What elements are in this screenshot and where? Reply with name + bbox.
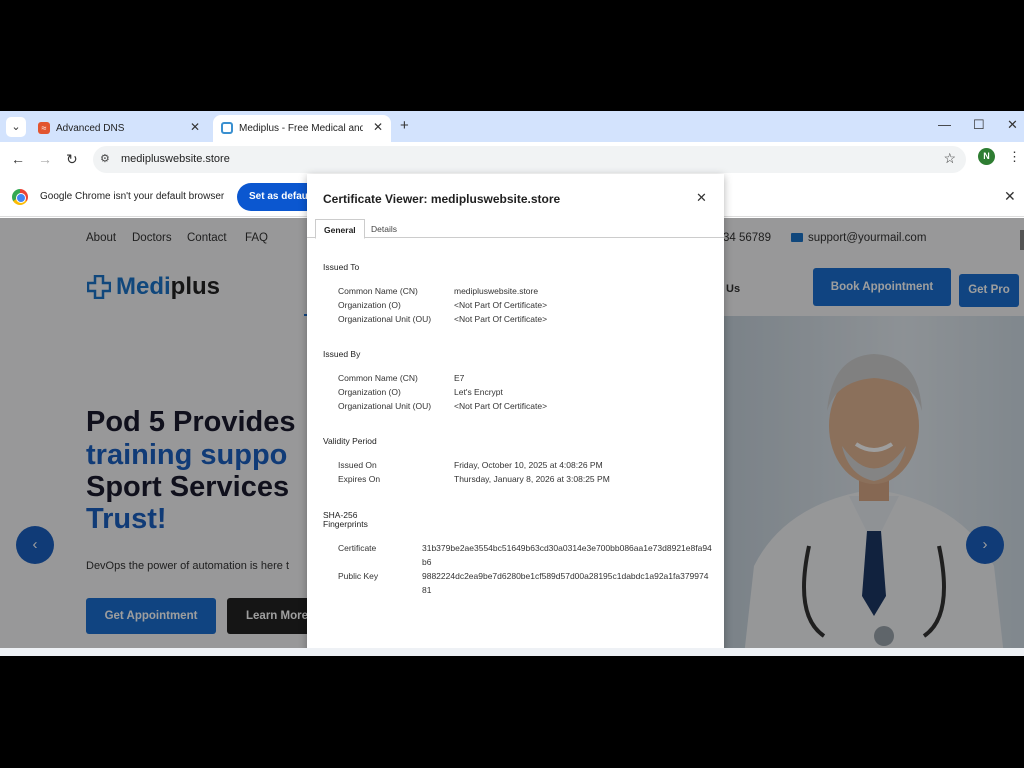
browser-toolbar: ← → ↻ ⚙ medipluswebsite.store ☆ N ⋮	[0, 142, 1024, 177]
field-value: <Not Part Of Certificate>	[454, 314, 548, 324]
window-close-icon[interactable]: ✕	[1007, 117, 1018, 133]
address-bar[interactable]: ⚙ medipluswebsite.store ☆	[93, 146, 966, 173]
dns-favicon-icon: ≈	[38, 122, 50, 134]
field-label: Public Key	[338, 571, 379, 581]
field-value: E7	[454, 373, 465, 383]
fingerprints-heading-line-2: Fingerprints	[323, 519, 368, 529]
field-value: <Not Part Of Certificate>	[454, 401, 548, 411]
minimize-icon[interactable]: —	[938, 117, 951, 132]
field-label: Organization (O)	[338, 387, 401, 397]
issued-by-heading: Issued By	[323, 349, 361, 359]
validity-heading: Validity Period	[323, 436, 377, 446]
bookmark-star-icon[interactable]: ☆	[943, 150, 956, 167]
tab-details[interactable]: Details	[363, 219, 405, 239]
tab-mediplus[interactable]: Mediplus - Free Medical and Doctor ✕	[213, 115, 391, 142]
tab-search-icon[interactable]: ⌄	[6, 117, 26, 137]
field-label: Common Name (CN)	[338, 286, 418, 296]
menu-kebab-icon[interactable]: ⋮	[1008, 149, 1021, 165]
tab-close-icon[interactable]: ✕	[190, 120, 200, 134]
cert-tab-bar: General Details	[307, 216, 724, 239]
forward-icon[interactable]: →	[38, 151, 52, 167]
tab-close-icon[interactable]: ✕	[373, 120, 383, 134]
browser-window: ⌄ ≈ Advanced DNS ✕ Mediplus - Free Medic…	[0, 111, 1024, 656]
new-tab-icon[interactable]: +	[400, 117, 409, 134]
reload-icon[interactable]: ↻	[66, 151, 78, 168]
mediplus-favicon-icon	[221, 122, 233, 134]
tab-strip: ⌄ ≈ Advanced DNS ✕ Mediplus - Free Medic…	[0, 111, 1024, 142]
field-label: Certificate	[338, 543, 377, 553]
profile-avatar[interactable]: N	[978, 148, 995, 165]
site-info-icon[interactable]: ⚙	[100, 152, 110, 165]
dialog-close-icon[interactable]: ✕	[696, 190, 707, 206]
field-value: Let's Encrypt	[454, 387, 503, 397]
tab-general[interactable]: General	[315, 219, 365, 239]
certificate-viewer-dialog: Certificate Viewer: medipluswebsite.stor…	[307, 174, 724, 656]
issued-to-heading: Issued To	[323, 262, 360, 272]
maximize-icon[interactable]: ☐	[973, 117, 985, 133]
field-label: Organization (O)	[338, 300, 401, 310]
back-icon[interactable]: ←	[11, 151, 25, 167]
field-value: medipluswebsite.store	[454, 286, 539, 296]
field-label: Organizational Unit (OU)	[338, 314, 432, 324]
tab-advanced-dns[interactable]: ≈ Advanced DNS ✕	[30, 115, 208, 142]
field-value: <Not Part Of Certificate>	[454, 300, 548, 310]
tab-title: Advanced DNS	[56, 123, 125, 134]
public-key-fingerprint: 9882224dc2ea9be7d6280be1cf589d57d00a2819…	[422, 571, 709, 595]
chrome-logo-icon	[12, 189, 28, 205]
field-value: Thursday, January 8, 2026 at 3:08:25 PM	[454, 474, 610, 484]
field-label: Expires On	[338, 474, 381, 484]
field-label: Common Name (CN)	[338, 373, 418, 383]
field-value: Friday, October 10, 2025 at 4:08:26 PM	[454, 460, 603, 470]
infobar-close-icon[interactable]: ✕	[1004, 188, 1016, 205]
field-label: Issued On	[338, 460, 377, 470]
taskbar-edge	[0, 648, 1024, 656]
url-text: medipluswebsite.store	[121, 153, 230, 165]
field-label: Organizational Unit (OU)	[338, 401, 432, 411]
certificate-fingerprint: 31b379be2ae3554bc51649b63cd30a0314e3e700…	[422, 543, 712, 567]
infobar-message: Google Chrome isn't your default browser	[40, 191, 225, 202]
tab-title: Mediplus - Free Medical and Doctor	[239, 123, 363, 134]
dialog-title: Certificate Viewer: medipluswebsite.stor…	[323, 192, 561, 206]
